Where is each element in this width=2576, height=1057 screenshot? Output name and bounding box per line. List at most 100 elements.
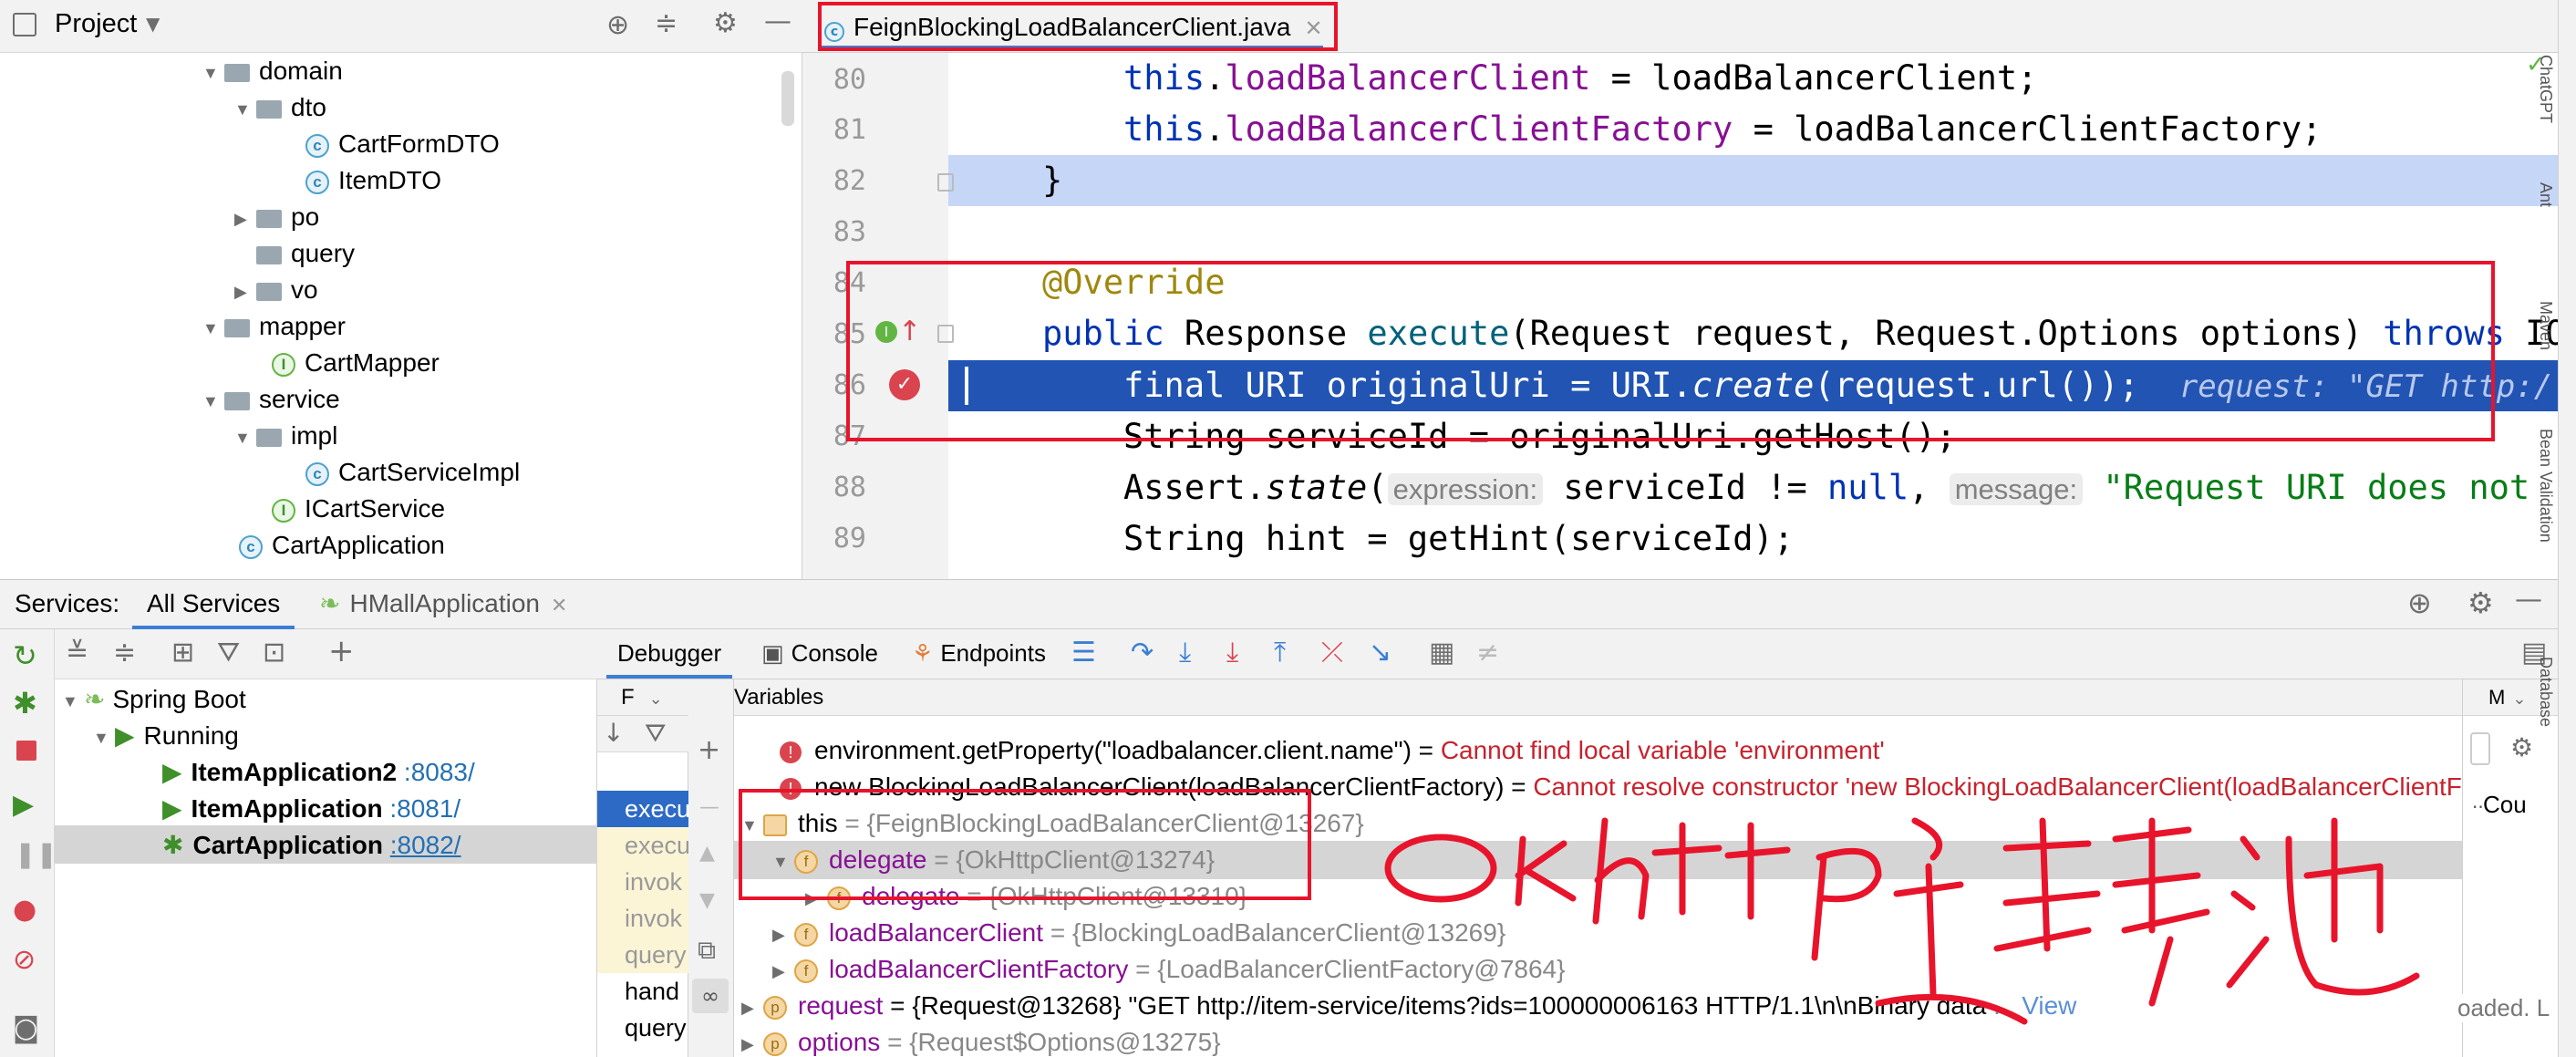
tab-debugger[interactable]: Debugger <box>606 629 733 679</box>
group-by-icon[interactable]: ⊞ <box>171 637 194 668</box>
tab-hmall-application[interactable]: ❧ HMallApplication ✕ <box>319 580 567 629</box>
collapsed-arrow-icon[interactable]: ▶ <box>772 917 794 953</box>
resume-icon[interactable]: ▶ <box>13 789 34 821</box>
chevron-down-icon[interactable]: ⌄ <box>2512 689 2526 708</box>
tool-bean-validation[interactable]: Bean Validation <box>2536 429 2555 543</box>
tree-node-domain[interactable]: ▼ domain <box>202 53 343 89</box>
evaluate-icon[interactable]: ▦ <box>1429 637 1454 668</box>
filter-icon[interactable]: ⛛ <box>645 718 667 749</box>
view-breakpoints-icon[interactable]: ● <box>13 894 36 926</box>
frame-item[interactable]: query <box>597 1010 688 1046</box>
tab-endpoints[interactable]: ⚘ Endpoints <box>912 629 1046 679</box>
move-up-icon[interactable]: ▲ <box>699 842 715 865</box>
tree-node-spring-boot[interactable]: ▼ ❧ Spring Boot <box>62 681 246 718</box>
copy-icon[interactable]: ⧉ <box>698 935 716 966</box>
collapsed-arrow-icon[interactable]: ▶ <box>234 274 256 310</box>
collapsed-arrow-icon[interactable]: ▶ <box>772 953 794 990</box>
tab-all-services[interactable]: All Services <box>132 580 295 629</box>
collapse-all-icon[interactable]: ≑ <box>113 637 136 668</box>
chevron-down-icon[interactable]: ▼ <box>146 13 160 35</box>
globe-icon[interactable]: ⊕ <box>2407 585 2432 620</box>
service-item-cartapplication[interactable]: ✱ CartApplication :8082/ <box>162 827 461 864</box>
add-icon[interactable]: + <box>328 633 355 669</box>
search-field[interactable] <box>2470 732 2490 765</box>
minimize-icon[interactable]: — <box>2515 584 2542 616</box>
bug-icon[interactable]: ✱ <box>13 686 37 720</box>
add-watch-icon[interactable]: + <box>698 734 720 766</box>
tree-node-itemdto[interactable]: c ItemDTO <box>305 162 441 199</box>
tree-node-icartservice[interactable]: I ICartService <box>272 491 445 527</box>
expand-arrow-icon[interactable]: ▼ <box>234 91 256 128</box>
chevron-down-icon[interactable]: ⌄ <box>649 689 663 708</box>
tree-node-query[interactable]: query <box>234 235 355 272</box>
menu-icon[interactable]: ☰ <box>1071 637 1096 668</box>
step-out-icon[interactable]: ⤒ <box>1274 637 1286 668</box>
frame-item[interactable]: invok <box>597 864 688 900</box>
expand-arrow-icon[interactable]: ▼ <box>62 683 84 720</box>
frame-item[interactable]: hand <box>597 973 688 1010</box>
service-item-itemapplication[interactable]: ▶ ItemApplication :8081/ <box>162 791 460 827</box>
move-down-icon[interactable]: ▼ <box>699 889 715 912</box>
arrow-down-icon[interactable]: ↓ <box>603 718 624 748</box>
gear-icon[interactable]: ⚙ <box>713 7 738 39</box>
tool-ant[interactable]: Ant <box>2536 182 2555 207</box>
locate-icon[interactable]: ⊕ <box>606 9 629 41</box>
watch-error-row[interactable]: ! environment.getProperty("loadbalancer.c… <box>780 732 1885 769</box>
port-link[interactable]: :8082/ <box>390 831 461 859</box>
port-link[interactable]: :8083/ <box>404 758 475 786</box>
tree-node-cartformdto[interactable]: c CartFormDTO <box>305 126 500 162</box>
run-to-cursor-icon[interactable]: ↘ <box>1369 637 1391 668</box>
collapsed-arrow-icon[interactable]: ▶ <box>234 201 256 237</box>
tree-node-cartapplication[interactable]: c CartApplication <box>239 527 445 564</box>
collapsed-arrow-icon[interactable]: ▶ <box>741 1026 763 1057</box>
tool-maven[interactable]: Maven <box>2536 301 2555 350</box>
fold-icon[interactable] <box>937 173 954 192</box>
variable-options[interactable]: ▶ p options = {Request$Options@13275} <box>741 1024 1221 1057</box>
drop-frame-icon[interactable]: ⤫ <box>1321 637 1343 668</box>
port-link[interactable]: :8081/ <box>389 794 460 823</box>
tree-node-cartmapper[interactable]: I CartMapper <box>272 345 440 381</box>
tree-node-dto[interactable]: ▼ dto <box>234 89 326 126</box>
service-item-itemapplication2[interactable]: ▶ ItemApplication2 :8083/ <box>162 754 475 791</box>
close-icon[interactable]: ✕ <box>551 594 567 617</box>
tree-node-impl[interactable]: ▼ impl <box>234 418 337 454</box>
mute-breakpoints-icon[interactable]: ⊘ <box>13 944 36 976</box>
collapse-all-icon[interactable]: ≑ <box>655 7 678 39</box>
tree-node-running[interactable]: ▼ ▶ Running <box>93 718 239 754</box>
camera-icon[interactable]: ◙ <box>13 1012 39 1044</box>
force-step-into-icon[interactable]: ⤓ <box>1226 637 1238 668</box>
gear-icon[interactable]: ⚙ <box>2510 732 2533 762</box>
project-title[interactable]: Project <box>55 9 137 39</box>
frame-item[interactable]: execu <box>597 791 688 827</box>
tree-node-vo[interactable]: ▶ vo <box>234 272 318 308</box>
glasses-icon[interactable]: ∞ <box>692 979 729 1013</box>
expand-arrow-icon[interactable]: ▼ <box>202 55 224 91</box>
stop-icon[interactable] <box>16 741 36 761</box>
expand-all-icon[interactable]: ≚ <box>66 637 88 668</box>
filter-icon[interactable]: ⛛ <box>217 637 240 668</box>
scrollbar[interactable] <box>781 71 794 126</box>
expand-arrow-icon[interactable]: ▼ <box>202 383 224 420</box>
tool-chatgpt[interactable]: ChatGPT <box>2536 55 2555 123</box>
expand-arrow-icon[interactable]: ▼ <box>93 720 115 756</box>
frame-item[interactable]: query <box>597 937 688 973</box>
tab-console[interactable]: ▣ Console <box>761 629 878 679</box>
frame-item[interactable]: invok <box>597 900 688 937</box>
minimize-icon[interactable]: — <box>764 5 791 37</box>
new-tab-icon[interactable]: ⊡ <box>263 637 285 668</box>
tree-node-cartserviceimpl[interactable]: c CartServiceImpl <box>305 454 520 491</box>
tree-node-mapper[interactable]: ▼ mapper <box>202 308 346 345</box>
trace-icon[interactable]: ≠ <box>1476 637 1499 668</box>
step-into-icon[interactable]: ⤓ <box>1179 637 1191 668</box>
step-over-icon[interactable]: ↷ <box>1131 637 1154 668</box>
rerun-icon[interactable]: ↻ <box>13 638 37 673</box>
expand-arrow-icon[interactable]: ▼ <box>234 420 256 456</box>
tree-node-po[interactable]: ▶ po <box>234 199 319 235</box>
expand-arrow-icon[interactable]: ▼ <box>202 310 224 347</box>
frame-item[interactable]: execu <box>597 827 688 864</box>
collapsed-arrow-icon[interactable]: ▶ <box>741 990 763 1026</box>
remove-icon[interactable]: — <box>699 796 719 819</box>
tool-database[interactable]: Database <box>2536 657 2555 727</box>
pause-icon[interactable]: ❚❚ <box>15 839 57 869</box>
tree-node-service[interactable]: ▼ service <box>202 381 340 418</box>
